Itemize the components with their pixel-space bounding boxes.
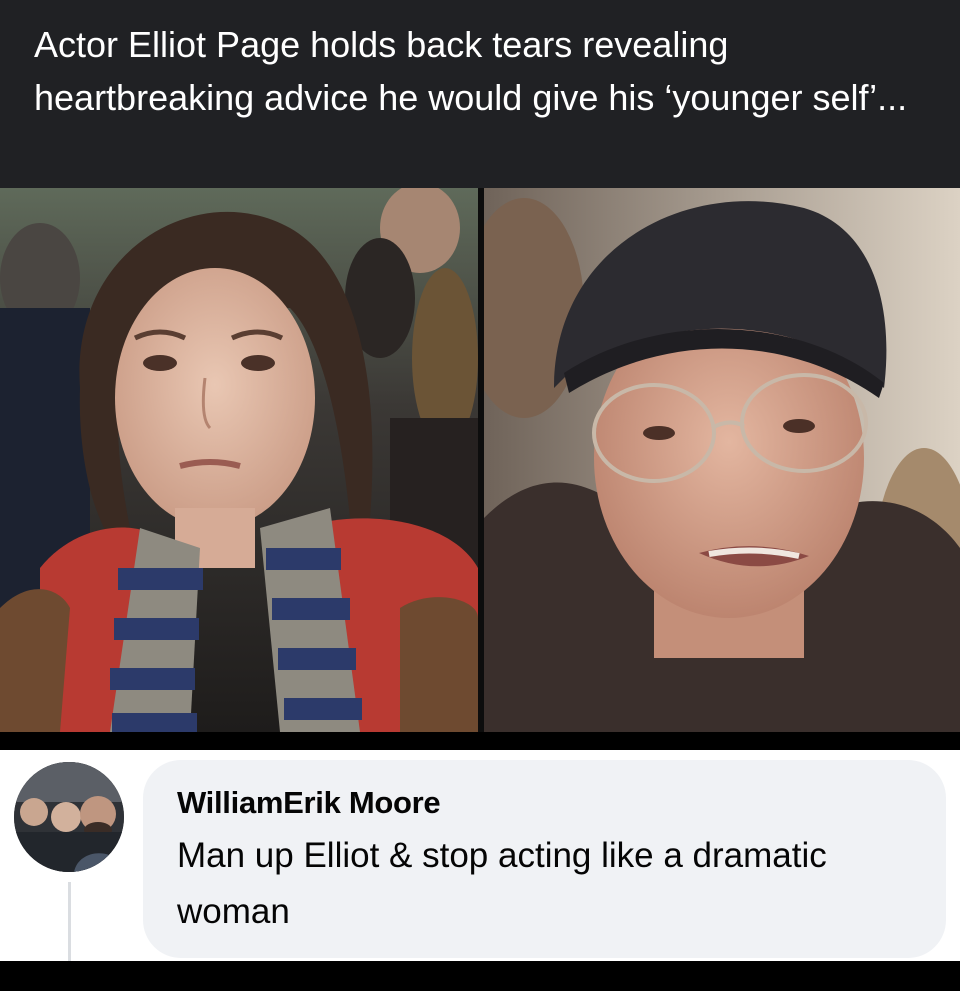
caption-banner: Actor Elliot Page holds back tears revea… [0, 0, 960, 188]
comment-section: WilliamErik Moore Man up Elliot & stop a… [0, 750, 960, 961]
portrait-photo-right [484, 188, 960, 732]
caption-text: Actor Elliot Page holds back tears revea… [34, 24, 908, 118]
comment-text: Man up Elliot & stop acting like a drama… [177, 836, 827, 931]
bottom-strip [0, 961, 960, 991]
thread-line [68, 882, 71, 961]
meme-post: Actor Elliot Page holds back tears revea… [0, 0, 960, 991]
profile-photo-icon[interactable] [14, 762, 124, 872]
photo-right [484, 188, 960, 732]
comment-author[interactable]: WilliamErik Moore [177, 784, 916, 822]
photo-left [0, 188, 478, 732]
separator-strip [0, 732, 960, 750]
portrait-photo-left [0, 188, 478, 732]
comment-bubble: WilliamErik Moore Man up Elliot & stop a… [143, 760, 946, 958]
